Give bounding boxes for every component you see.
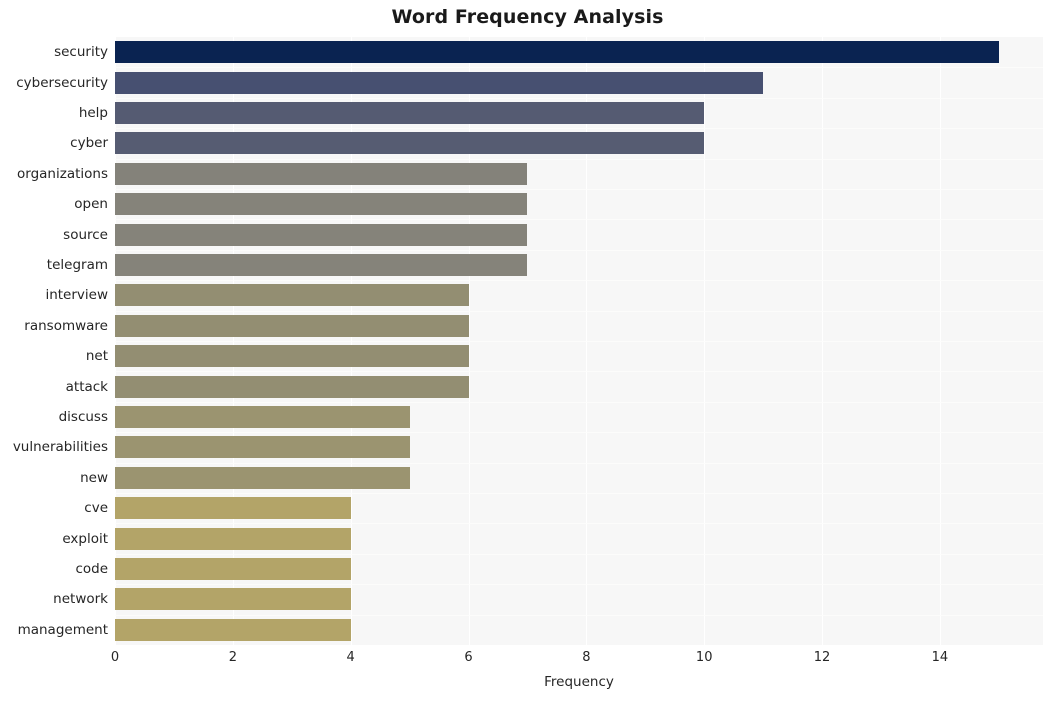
y-tick-label: code xyxy=(75,561,108,577)
y-tick-label: vulnerabilities xyxy=(12,439,108,456)
y-tick-label: new xyxy=(80,469,108,486)
x-tick-label: 2 xyxy=(228,650,237,665)
y-tick-label: cve xyxy=(84,500,108,517)
y-tick-label: security xyxy=(54,44,108,61)
y-tick-label: source xyxy=(63,226,108,243)
y-axis-tick-labels: security cybersecurity help cyber organizati… xyxy=(0,37,1055,645)
y-tick-label: cybersecurity xyxy=(16,74,108,91)
y-tick-label: help xyxy=(78,105,108,121)
x-tick-label: 6 xyxy=(464,650,473,665)
chart-figure: Word Frequency Analysis security cybersec… xyxy=(0,0,1055,701)
y-tick-label: organizations xyxy=(17,165,108,182)
y-tick-label: net xyxy=(85,348,108,365)
x-tick-label: 0 xyxy=(110,650,120,665)
x-tick-label: 4 xyxy=(346,650,355,665)
x-tick-label: 10 xyxy=(695,650,713,665)
x-axis-tick-labels: 0 2 4 6 8 10 12 14 xyxy=(0,650,1055,674)
y-tick-label: discuss xyxy=(58,409,108,425)
y-tick-label: management xyxy=(17,621,108,638)
y-tick-label: interview xyxy=(45,287,108,304)
x-tick-label: 14 xyxy=(931,650,949,665)
y-tick-label: exploit xyxy=(62,530,108,547)
y-tick-label: open xyxy=(74,196,108,213)
x-axis-label: Frequency xyxy=(544,674,614,690)
x-tick-label: 8 xyxy=(582,650,591,665)
y-tick-label: attack xyxy=(65,378,108,395)
chart-title: Word Frequency Analysis xyxy=(391,6,664,28)
y-tick-label: network xyxy=(53,591,108,608)
y-tick-label: ransomware xyxy=(24,317,108,334)
x-tick-label: 12 xyxy=(813,650,831,665)
y-tick-label: cyber xyxy=(70,135,108,152)
y-tick-label: telegram xyxy=(46,257,108,273)
